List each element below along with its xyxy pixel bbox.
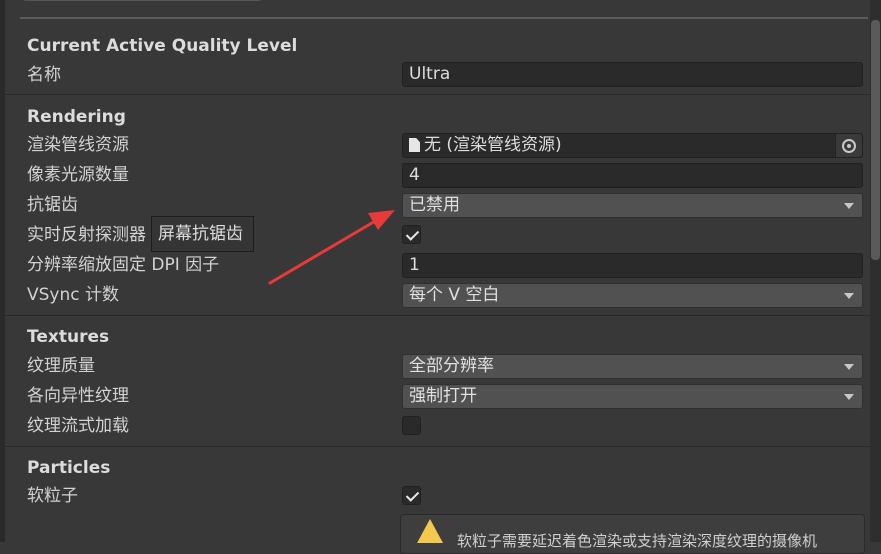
red-arrow-icon — [268, 210, 395, 285]
scrollbar-thumb[interactable] — [871, 20, 880, 260]
inspector-panel: Current Active Quality Level 名称 Ultra Re… — [0, 0, 881, 554]
vertical-scrollbar[interactable] — [870, 0, 881, 542]
